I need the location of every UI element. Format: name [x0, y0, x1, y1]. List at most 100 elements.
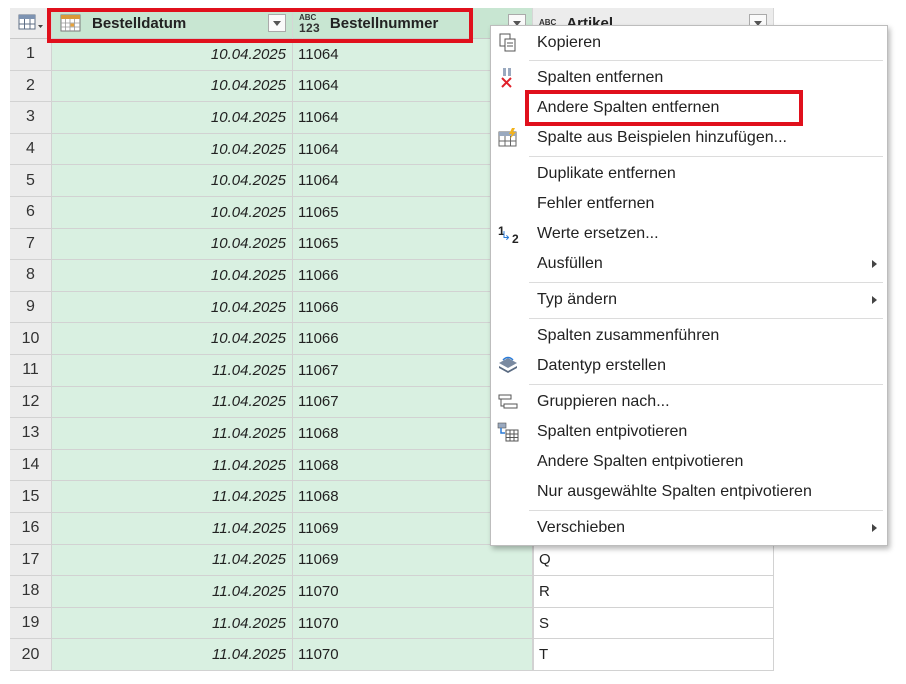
menu-item-andere-spalten-entfernen[interactable]: Andere Spalten entfernen [491, 93, 887, 123]
unpivot-icon [497, 422, 519, 442]
any-type-icon: ABC 123 [299, 12, 320, 35]
menu-label: Spalten zusammenführen [537, 327, 720, 344]
cell-bestelldatum[interactable]: 10.04.2025 [52, 197, 293, 229]
menu-separator [529, 156, 883, 157]
menu-label: Spalten entpivotieren [537, 423, 688, 440]
cell-bestellnummer[interactable]: 11070 [293, 576, 533, 608]
menu-item-nur-ausgewaehlte-entpivotieren[interactable]: Nur ausgewählte Spalten entpivotieren [491, 477, 887, 507]
cell-bestelldatum[interactable]: 10.04.2025 [52, 70, 293, 103]
cell-bestelldatum[interactable]: 10.04.2025 [52, 165, 293, 197]
menu-item-fehler-entfernen[interactable]: Fehler entfernen [491, 189, 887, 219]
table-row[interactable]: 20 11.04.2025 11070 T [10, 639, 774, 671]
menu-separator [529, 510, 883, 511]
cell-bestelldatum[interactable]: 11.04.2025 [52, 481, 293, 513]
menu-item-datentyp-erstellen[interactable]: Datentyp erstellen [491, 351, 887, 381]
row-number[interactable]: 2 [10, 70, 52, 103]
cell-bestelldatum[interactable]: 11.04.2025 [52, 513, 293, 545]
cell-bestelldatum[interactable]: 11.04.2025 [52, 576, 293, 608]
remove-columns-icon [501, 68, 512, 88]
cell-bestellnummer[interactable]: 11070 [293, 607, 533, 640]
menu-label: Verschieben [537, 519, 626, 536]
replace-values-icon: 1 ↳ 2 [498, 224, 519, 246]
cell-bestelldatum[interactable]: 11.04.2025 [52, 355, 293, 387]
row-number[interactable]: 3 [10, 102, 52, 134]
cell-bestelldatum[interactable]: 11.04.2025 [52, 386, 293, 419]
menu-label: Andere Spalten entfernen [537, 99, 720, 116]
cell-bestellnummer[interactable]: 11070 [293, 639, 533, 671]
cell-bestelldatum[interactable]: 10.04.2025 [52, 260, 293, 292]
row-number[interactable]: 6 [10, 197, 52, 229]
cell-artikel[interactable]: S [533, 607, 774, 640]
cell-bestelldatum[interactable]: 11.04.2025 [52, 639, 293, 671]
row-number[interactable]: 1 [10, 39, 52, 71]
row-number[interactable]: 16 [10, 513, 52, 545]
row-number[interactable]: 20 [10, 639, 52, 671]
row-number[interactable]: 7 [10, 228, 52, 261]
cell-bestelldatum[interactable]: 10.04.2025 [52, 291, 293, 324]
cell-bestelldatum[interactable]: 10.04.2025 [52, 228, 293, 261]
context-menu: Kopieren Spalten entfernen Andere Spalte… [490, 25, 888, 546]
menu-separator [529, 384, 883, 385]
menu-item-typ-aendern[interactable]: Typ ändern [491, 285, 887, 315]
cell-artikel[interactable]: Q [533, 544, 774, 577]
cell-artikel[interactable]: R [533, 576, 774, 608]
cell-bestelldatum[interactable]: 10.04.2025 [52, 102, 293, 134]
cell-bestelldatum[interactable]: 11.04.2025 [52, 607, 293, 640]
row-number[interactable]: 17 [10, 544, 52, 577]
column-header-bestelldatum[interactable]: Bestelldatum [52, 8, 293, 39]
cell-bestellnummer[interactable]: 11069 [293, 544, 533, 577]
cell-artikel[interactable]: T [533, 639, 774, 671]
table-row[interactable]: 17 11.04.2025 11069 Q [10, 544, 774, 577]
row-number[interactable]: 18 [10, 576, 52, 608]
column-from-examples-icon [498, 128, 517, 147]
column-label: Bestelldatum [92, 14, 187, 32]
menu-item-werte-ersetzen[interactable]: 1 ↳ 2 Werte ersetzen... [491, 219, 887, 249]
menu-item-spalte-aus-beispielen[interactable]: Spalte aus Beispielen hinzufügen... [491, 123, 887, 153]
cell-bestelldatum[interactable]: 10.04.2025 [52, 39, 293, 71]
group-by-icon [498, 394, 518, 409]
cell-bestelldatum[interactable]: 11.04.2025 [52, 544, 293, 577]
row-number[interactable]: 13 [10, 418, 52, 450]
menu-label: Duplikate entfernen [537, 165, 676, 182]
cell-bestelldatum[interactable]: 11.04.2025 [52, 418, 293, 450]
row-number[interactable]: 19 [10, 607, 52, 640]
cell-bestelldatum[interactable]: 10.04.2025 [52, 323, 293, 355]
menu-separator [529, 60, 883, 61]
copy-icon [499, 33, 516, 52]
row-number[interactable]: 9 [10, 291, 52, 324]
submenu-arrow-icon [872, 260, 877, 268]
menu-item-verschieben[interactable]: Verschieben [491, 513, 887, 543]
column-filter-dropdown[interactable] [268, 14, 286, 32]
cell-bestelldatum[interactable]: 10.04.2025 [52, 133, 293, 166]
menu-label: Typ ändern [537, 291, 618, 308]
menu-label: Spalten entfernen [537, 69, 664, 86]
table-row[interactable]: 19 11.04.2025 11070 S [10, 607, 774, 640]
submenu-arrow-icon [872, 296, 877, 304]
row-number[interactable]: 11 [10, 355, 52, 387]
table-menu-button[interactable] [10, 8, 52, 39]
row-number[interactable]: 15 [10, 481, 52, 513]
row-number[interactable]: 10 [10, 323, 52, 355]
submenu-arrow-icon [872, 524, 877, 532]
menu-label: Gruppieren nach... [537, 393, 670, 410]
row-number[interactable]: 14 [10, 449, 52, 482]
menu-label: Kopieren [537, 34, 602, 51]
menu-item-ausfuellen[interactable]: Ausfüllen [491, 249, 887, 279]
cell-bestelldatum[interactable]: 11.04.2025 [52, 449, 293, 482]
menu-label: Andere Spalten entpivotieren [537, 453, 744, 470]
menu-item-spalten-zusammenfuehren[interactable]: Spalten zusammenführen [491, 321, 887, 351]
menu-item-spalten-entfernen[interactable]: Spalten entfernen [491, 63, 887, 93]
menu-label: Spalte aus Beispielen hinzufügen... [537, 129, 787, 146]
menu-label: Datentyp erstellen [537, 357, 666, 374]
menu-item-gruppieren-nach[interactable]: Gruppieren nach... [491, 387, 887, 417]
row-number[interactable]: 5 [10, 165, 52, 197]
menu-item-duplikate-entfernen[interactable]: Duplikate entfernen [491, 159, 887, 189]
table-row[interactable]: 18 11.04.2025 11070 R [10, 576, 774, 608]
menu-item-spalten-entpivotieren[interactable]: Spalten entpivotieren [491, 417, 887, 447]
menu-item-andere-spalten-entpivotieren[interactable]: Andere Spalten entpivotieren [491, 447, 887, 477]
row-number[interactable]: 4 [10, 133, 52, 166]
row-number[interactable]: 12 [10, 386, 52, 419]
row-number[interactable]: 8 [10, 260, 52, 292]
menu-item-kopieren[interactable]: Kopieren [491, 28, 887, 58]
menu-label: Nur ausgewählte Spalten entpivotieren [537, 483, 812, 500]
